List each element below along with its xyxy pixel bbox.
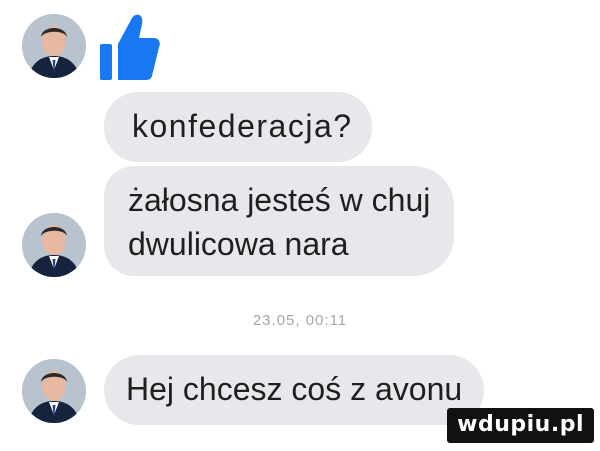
message-text: konfederacja? (132, 108, 353, 144)
thumbs-up-icon[interactable] (98, 12, 160, 82)
message-bubble[interactable]: konfederacja? (104, 92, 372, 162)
avatar-portrait-icon (22, 14, 86, 78)
avatar-portrait-icon (22, 213, 86, 277)
sender-avatar[interactable] (22, 14, 86, 78)
message-text: Hej chcesz coś z avonu (126, 371, 463, 407)
sender-avatar[interactable] (22, 359, 86, 423)
avatar-portrait-icon (22, 359, 86, 423)
watermark-logo: wdupiu.pl (447, 408, 594, 443)
message-bubble[interactable]: Hej chcesz coś z avonu (104, 355, 484, 425)
message-bubble[interactable]: żałosna jesteś w chuj dwulicowa nara (104, 166, 454, 276)
message-text: dwulicowa nara (128, 226, 349, 262)
message-text: żałosna jesteś w chuj (128, 182, 431, 218)
sender-avatar[interactable] (22, 213, 86, 277)
message-timestamp: 23.05, 00:11 (252, 312, 348, 329)
